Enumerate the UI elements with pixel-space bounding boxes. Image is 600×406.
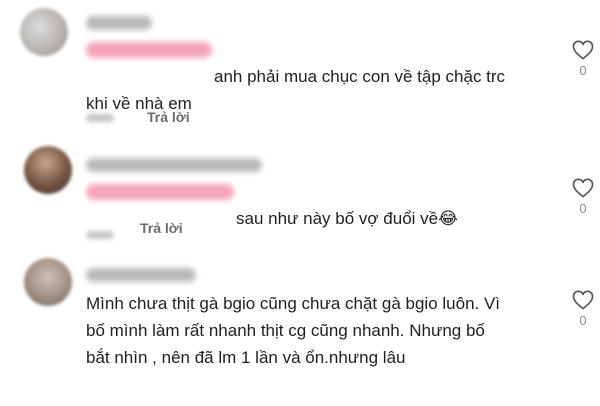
comment-date-blurred [86, 114, 114, 122]
like-button[interactable]: 0 [570, 40, 596, 78]
like-button[interactable]: 0 [570, 290, 596, 328]
heart-outline-icon [572, 290, 594, 310]
reply-button[interactable]: Trả lời [140, 220, 183, 236]
like-count: 0 [579, 63, 587, 78]
comment-date-blurred [86, 231, 114, 239]
like-count: 0 [579, 313, 587, 328]
username-blurred[interactable] [86, 16, 152, 30]
username-blurred[interactable] [86, 158, 262, 172]
like-button[interactable]: 0 [570, 178, 596, 216]
avatar[interactable] [24, 258, 72, 306]
avatar[interactable] [24, 146, 72, 194]
like-count: 0 [579, 201, 587, 216]
comment-text: Mình chưa thịt gà bgio cũng chưa chặt gà… [86, 294, 501, 367]
heart-outline-icon [572, 178, 594, 198]
reply-button[interactable]: Trả lời [147, 109, 190, 125]
avatar[interactable] [20, 8, 68, 56]
comment-text: anh phải mua chục con về tập chặc trc kh… [86, 67, 506, 113]
username-blurred[interactable] [86, 268, 196, 282]
heart-outline-icon [572, 40, 594, 60]
